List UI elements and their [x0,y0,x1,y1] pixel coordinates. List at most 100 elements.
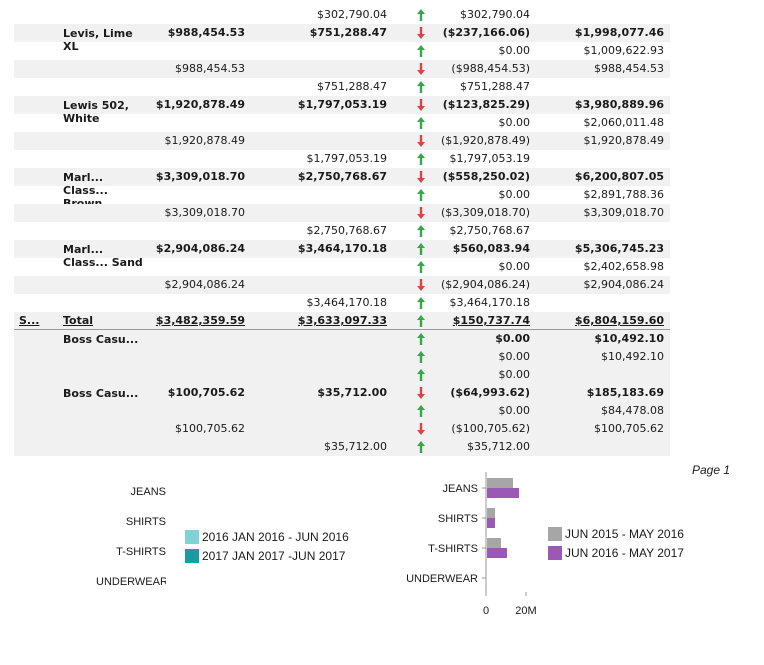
table-row: $3,464,170.18 $3,464,170.18 [14,294,670,312]
table-row: $35,712.00 $35,712.00 [14,438,670,456]
x-tick-label: 20M [515,605,536,617]
variance-value: $0.00 [498,404,531,417]
total-value: $185,183.69 [586,386,664,399]
value-col-1: $3,309,018.70 [164,206,245,219]
table-row: $0.00 $1,009,622.93 [14,42,670,60]
value-col-2: $3,633,097.33 [297,314,387,327]
table-row: $0.00 $10,492.10 [14,348,670,366]
variance-value: ($100,705.62) [451,422,530,435]
arrow-up-icon [413,348,429,366]
variance-value: $0.00 [495,332,530,345]
table-row: $0.00 [14,366,670,384]
total-value: $2,904,086.24 [583,278,664,291]
table-row: Boss Casu... Blue L$0.00$10,492.10 [14,330,670,359]
x-tick-label: 0 [483,605,489,617]
total-value: $6,804,159.60 [574,314,664,327]
total-value: $5,306,745.23 [574,242,664,255]
variance-value: $302,790.04 [460,8,530,21]
value-col-1: $1,920,878.49 [155,98,245,111]
table-row: Marl... Class... Sand $2,904,086.24 $3,464… [14,240,670,269]
variance-value: $560,083.94 [452,242,530,255]
left-chart-category-label: SHIRTS [125,516,166,528]
arrow-up-icon [413,402,429,420]
variance-value: $1,797,053.19 [449,152,530,165]
total-value: $3,980,889.96 [574,98,664,111]
table-row: Boss Casu... Blue S$100,705.62$35,712.00… [14,384,670,413]
variance-value: $0.00 [498,44,531,57]
value-col-2: $3,464,170.18 [297,242,387,255]
value-col-2: $2,750,768.67 [297,170,387,183]
arrow-up-icon [413,312,429,330]
total-value: $1,920,878.49 [583,134,664,147]
legend-swatch [548,546,562,560]
value-col-1: $3,309,018.70 [155,170,245,183]
legend-item: 2017 JAN 2017 -JUN 2017 [185,548,345,564]
variance-value: ($123,825.29) [442,98,530,111]
arrow-down-icon [413,384,429,402]
legend-label: 2017 JAN 2017 -JUN 2017 [202,549,346,563]
bar [487,478,513,488]
total-value: $84,478.08 [601,404,664,417]
variance-value: $0.00 [498,260,531,273]
page-number: Page 1 [692,463,731,477]
value-col-2: $35,712.00 [317,386,387,399]
table-row: $988,454.53 ($988,454.53) $988,454.53 [14,60,670,78]
total-value: $10,492.10 [594,332,664,345]
arrow-down-icon [413,24,429,42]
table-row: Marl... Class... Brown$3,309,018.70$2,75… [14,168,670,210]
legend-swatch [548,527,562,541]
variance-value: ($1,920,878.49) [440,134,530,147]
value-col-1: $988,454.53 [175,62,245,75]
value-col-1: $100,705.62 [167,386,245,399]
row-group-label[interactable]: S... [19,312,59,330]
variance-value: $2,750,768.67 [449,224,530,237]
arrow-up-icon [413,240,429,258]
variance-value: $0.00 [498,188,531,201]
value-col-2: $3,464,170.18 [306,296,387,309]
arrow-up-icon [413,186,429,204]
arrow-down-icon [413,60,429,78]
category-label: T-SHIRTS [428,543,478,555]
value-col-1: $988,454.53 [167,26,245,39]
category-label: JEANS [443,483,478,495]
category-label: SHIRTS [438,513,478,525]
total-value: $1,009,622.93 [583,44,664,57]
arrow-up-icon [413,330,429,348]
left-chart-category-label: JEANS [130,486,166,498]
arrow-up-icon [413,222,429,240]
category-label: UNDERWEAR [406,573,478,585]
value-col-2: $35,712.00 [324,440,387,453]
total-value: $988,454.53 [594,62,664,75]
arrow-down-icon [413,276,429,294]
bar [487,548,507,558]
table-row: $0.00 $2,060,011.48 [14,114,670,132]
table-row: $0.00 $2,402,658.98 [14,258,670,276]
table-row: $1,920,878.49 ($1,920,878.49) $1,920,878.4… [14,132,670,150]
value-col-1: $3,482,359.59 [155,314,245,327]
product-name: Total [63,314,94,327]
arrow-up-icon [413,6,429,24]
total-value: $2,891,788.36 [583,188,664,201]
variance-value: $0.00 [498,116,531,129]
value-col-2: $1,797,053.19 [297,98,387,111]
table-row: Lewis 502, White $1,920,878.49 $1,797,053.… [14,96,670,125]
bar [487,518,495,528]
variance-value: ($64,993.62) [450,386,530,399]
value-col-2: $751,288.47 [317,80,387,93]
arrow-up-icon [413,294,429,312]
variance-value: ($237,166.06) [442,26,530,39]
table-row: $302,790.04 $302,790.04 [14,6,670,24]
arrow-up-icon [413,258,429,276]
bar [487,538,501,548]
table-row: $2,904,086.24 ($2,904,086.24) $2,904,086.2… [14,276,670,294]
arrow-down-icon [413,132,429,150]
legend-label: JUN 2016 - MAY 2017 [565,546,684,560]
value-col-2: $302,790.04 [317,8,387,21]
arrow-up-icon [413,438,429,456]
total-value: $100,705.62 [594,422,664,435]
arrow-up-icon [413,114,429,132]
arrow-down-icon [413,168,429,186]
value-col-1: $2,904,086.24 [155,242,245,255]
value-col-2: $2,750,768.67 [306,224,387,237]
legend-item: 2016 JAN 2016 - JUN 2016 [185,529,349,545]
